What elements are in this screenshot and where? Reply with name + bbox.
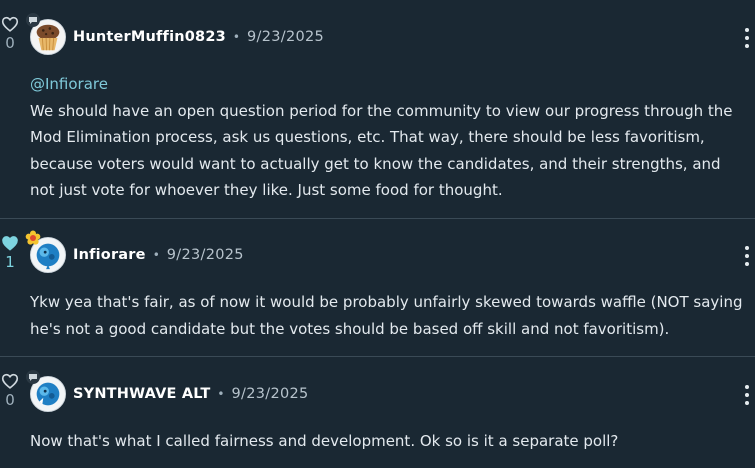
comment-header: Infiorare • 9/23/2025: [73, 245, 244, 265]
heart-icon[interactable]: [1, 16, 19, 32]
comment-date: 9/23/2025: [166, 247, 244, 263]
separator-dot: •: [217, 387, 225, 401]
like-control[interactable]: 0: [0, 373, 20, 409]
like-count: 0: [5, 391, 15, 409]
comment-body: Ykw yea that's fair, as of now it would …: [30, 289, 745, 342]
comment-date: 9/23/2025: [247, 29, 325, 45]
username[interactable]: Infiorare: [73, 247, 146, 263]
more-options-icon[interactable]: [745, 246, 749, 266]
username[interactable]: HunterMuffin0823: [73, 29, 226, 45]
comment-body: @Infiorare We should have an open questi…: [30, 71, 745, 204]
more-options-icon[interactable]: [745, 28, 749, 48]
comment-header: HunterMuffin0823 • 9/23/2025: [73, 27, 324, 47]
like-control[interactable]: 0: [0, 16, 20, 52]
comment-header: SYNTHWAVE ALT • 9/23/2025: [73, 384, 309, 404]
like-control[interactable]: 1: [0, 235, 20, 271]
flower-badge-icon: [25, 230, 41, 246]
speech-bubble-badge-icon: [25, 369, 41, 385]
comment-text: We should have an open question period f…: [30, 101, 733, 200]
heart-icon[interactable]: [1, 373, 19, 389]
username[interactable]: SYNTHWAVE ALT: [73, 386, 210, 402]
comment-text: Now that's what I called fairness and de…: [30, 432, 619, 450]
separator-dot: •: [152, 248, 160, 262]
separator-dot: •: [232, 30, 240, 44]
heart-filled-icon[interactable]: [1, 235, 19, 251]
comment-item: 0 HunterMuffin0823 • 9/23/2025 @Infiorar…: [0, 0, 755, 218]
like-count: 1: [5, 253, 15, 271]
comment-item: 0 SYNTHWAVE ALT • 9/23/2025 Now that's w…: [0, 357, 755, 468]
comment-thread: 0 HunterMuffin0823 • 9/23/2025 @Infiorar…: [0, 0, 755, 468]
comment-body: Now that's what I called fairness and de…: [30, 428, 745, 455]
comment-date: 9/23/2025: [231, 386, 309, 402]
user-mention[interactable]: @Infiorare: [30, 71, 745, 98]
comment-item: 1 Infiorare • 9/23/2025 Ykw yea that's f…: [0, 219, 755, 356]
comment-text: Ykw yea that's fair, as of now it would …: [30, 293, 743, 338]
speech-bubble-badge-icon: [25, 12, 41, 28]
more-options-icon[interactable]: [745, 385, 749, 405]
like-count: 0: [5, 34, 15, 52]
